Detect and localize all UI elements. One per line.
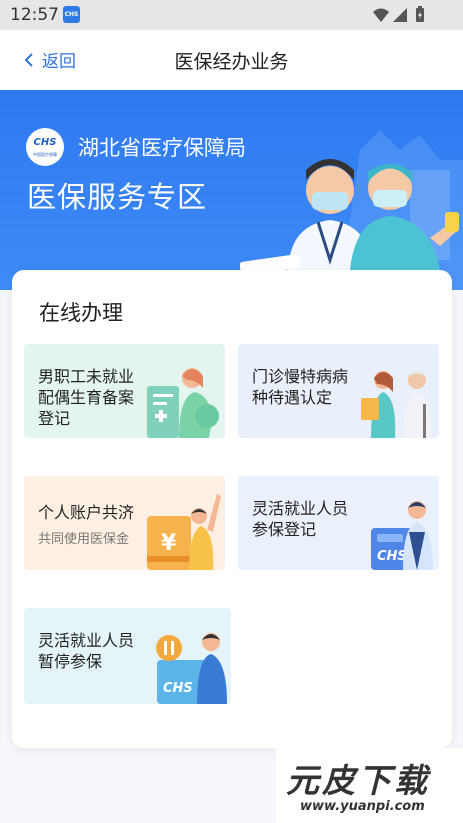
online-services-card: 在线办理 男职工未就业 配偶生育备案 登记 门诊慢特病病 种待遇认定 个人账户共… bbox=[12, 270, 452, 748]
watermark-brand: 元皮下载 bbox=[286, 761, 430, 800]
service-maternity-registration[interactable]: 男职工未就业 配偶生育备案 登记 bbox=[24, 344, 225, 438]
logo-subtext: 中国医疗保障 bbox=[33, 152, 57, 157]
doctors-illustration bbox=[240, 130, 463, 290]
service-label: 男职工未就业 配偶生育备案 登记 bbox=[38, 367, 135, 428]
section-title: 在线办理 bbox=[39, 301, 123, 325]
watermark-url: www.yuanpi.com bbox=[300, 799, 425, 814]
service-label: 门诊慢特病病 种待遇认定 bbox=[252, 367, 349, 407]
service-label: 个人账户共济 bbox=[38, 503, 135, 522]
navigation-bar: 返回 医保经办业务 bbox=[0, 30, 463, 90]
service-flexible-employment-enrollment[interactable]: 灵活就业人员 参保登记 CHS bbox=[238, 476, 439, 570]
service-label: 灵活就业人员 暂停参保 bbox=[38, 631, 135, 671]
service-flexible-employment-suspension[interactable]: 灵活就业人员 暂停参保 CHS bbox=[24, 608, 231, 704]
svg-text:CHS: CHS bbox=[163, 681, 193, 696]
site-watermark: 元皮下载 www.yuanpi.com bbox=[276, 748, 463, 823]
chs-logo: CHS 中国医疗保障 bbox=[26, 128, 64, 166]
battery-icon bbox=[416, 6, 424, 22]
app-notification-icon: CHS bbox=[63, 6, 80, 23]
status-icons bbox=[371, 6, 433, 28]
service-subtitle: 共同使用医保金 bbox=[38, 532, 130, 547]
service-personal-account-sharing[interactable]: 个人账户共济 共同使用医保金 ¥ bbox=[24, 476, 225, 570]
agency-name: 湖北省医疗保障局 bbox=[78, 136, 246, 160]
status-bar: 12:57 CHS bbox=[0, 0, 463, 30]
service-label: 灵活就业人员 参保登记 bbox=[252, 499, 349, 539]
logo-text: CHS bbox=[33, 137, 57, 148]
status-time: 12:57 bbox=[10, 5, 59, 25]
wallet-person-illustration: ¥ bbox=[147, 494, 221, 570]
pregnant-woman-illustration bbox=[147, 368, 219, 438]
wifi-icon bbox=[373, 8, 389, 22]
page-title: 医保经办业务 bbox=[174, 51, 289, 73]
service-chronic-disease-recognition[interactable]: 门诊慢特病病 种待遇认定 bbox=[238, 344, 439, 438]
hero-banner: CHS 中国医疗保障 湖北省医疗保障局 医保服务专区 bbox=[0, 90, 463, 290]
svg-text:¥: ¥ bbox=[161, 531, 177, 556]
zone-title: 医保服务专区 bbox=[27, 180, 208, 214]
nurse-elderly-illustration bbox=[361, 371, 432, 438]
svg-text:CHS: CHS bbox=[377, 549, 407, 564]
signal-icon bbox=[393, 8, 407, 22]
chs-card-person-illustration: CHS bbox=[371, 501, 433, 570]
pause-card-illustration: CHS bbox=[156, 633, 227, 704]
